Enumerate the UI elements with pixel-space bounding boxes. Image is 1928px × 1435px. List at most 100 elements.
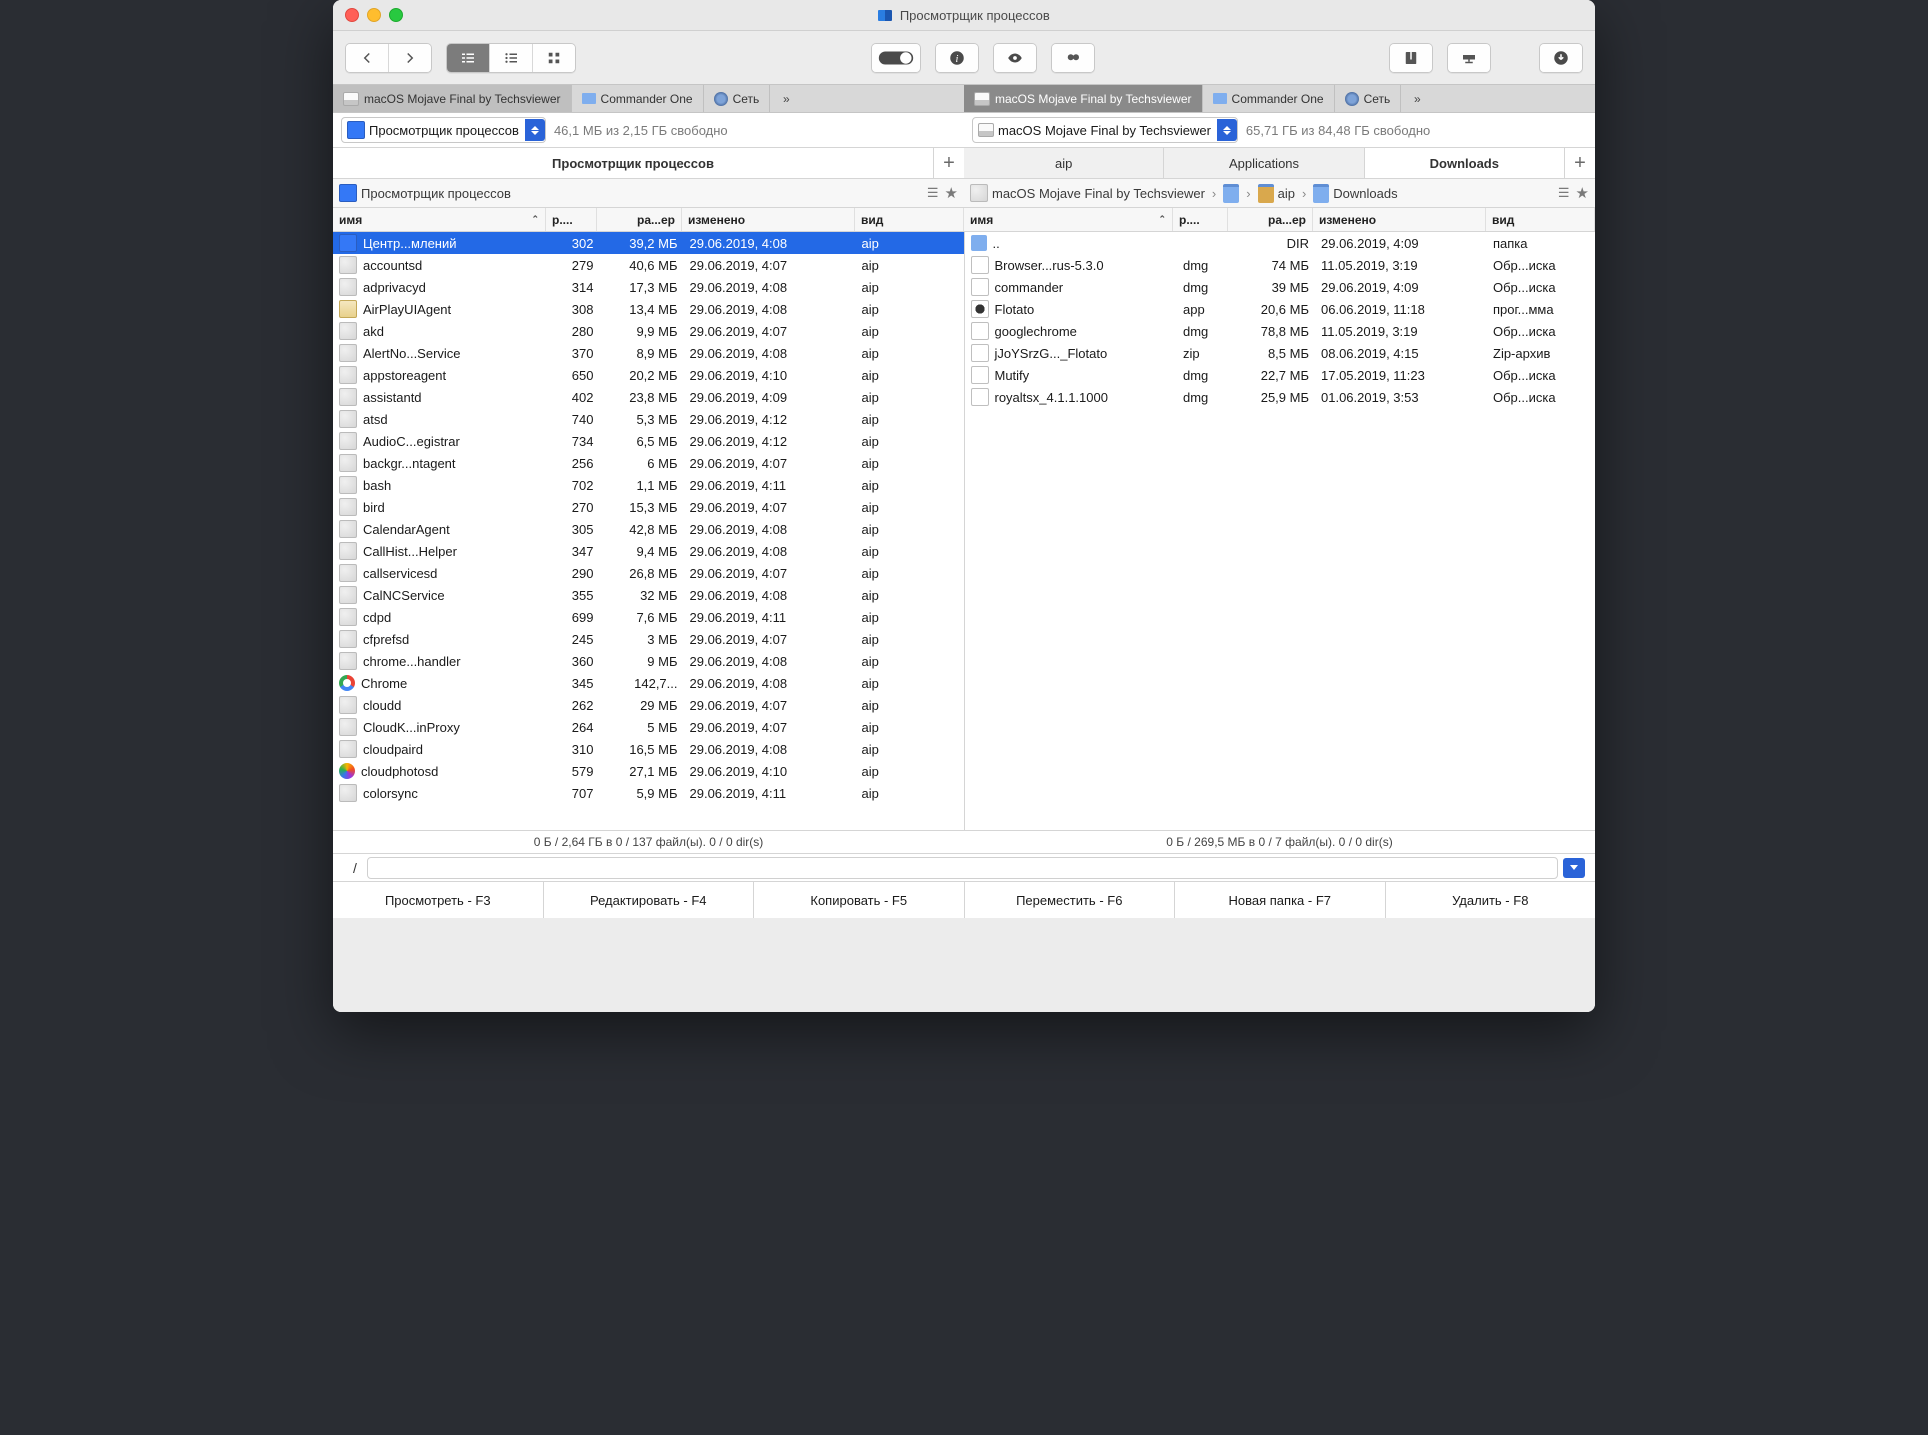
command-line-dropdown[interactable] bbox=[1563, 858, 1585, 878]
list-icon[interactable]: ☰ bbox=[927, 185, 939, 201]
fn-button[interactable]: Удалить - F8 bbox=[1386, 882, 1596, 918]
table-row[interactable]: AlertNo...Service3708,9 МБ29.06.2019, 4:… bbox=[333, 342, 964, 364]
table-row[interactable]: googlechromedmg78,8 МБ11.05.2019, 3:19Об… bbox=[965, 320, 1596, 342]
toggle-switch-button[interactable] bbox=[872, 44, 920, 72]
column-header-size[interactable]: ра...ер bbox=[1228, 208, 1313, 231]
list-headers: имя⌃р....ра...еризмененовид имя⌃р....ра.… bbox=[333, 208, 1595, 232]
table-row[interactable]: CallHist...Helper3479,4 МБ29.06.2019, 4:… bbox=[333, 540, 964, 562]
table-row[interactable]: ..DIR29.06.2019, 4:09папка bbox=[965, 232, 1596, 254]
left-location-combo[interactable]: Просмотрщик процессов bbox=[341, 117, 546, 143]
breadcrumb-item[interactable]: Downloads bbox=[1333, 186, 1397, 201]
connections-button[interactable] bbox=[1448, 44, 1490, 72]
table-row[interactable]: AirPlayUIAgent30813,4 МБ29.06.2019, 4:08… bbox=[333, 298, 964, 320]
table-row[interactable]: colorsync7075,9 МБ29.06.2019, 4:11aip bbox=[333, 782, 964, 804]
drive-icon bbox=[343, 92, 359, 106]
panel-tab[interactable]: Downloads bbox=[1365, 148, 1565, 178]
table-row[interactable]: appstoreagent65020,2 МБ29.06.2019, 4:10a… bbox=[333, 364, 964, 386]
location-tab[interactable]: Commander One bbox=[572, 85, 704, 112]
column-header-kind[interactable]: вид bbox=[1486, 208, 1595, 231]
view-list-button[interactable] bbox=[490, 44, 533, 72]
table-row[interactable]: Chrome345142,7...29.06.2019, 4:08aip bbox=[333, 672, 964, 694]
view-columns-button[interactable] bbox=[447, 44, 490, 72]
column-header-date[interactable]: изменено bbox=[682, 208, 855, 231]
table-row[interactable]: Центр...млений30239,2 МБ29.06.2019, 4:08… bbox=[333, 232, 964, 254]
table-row[interactable]: Flotatoapp20,6 МБ06.06.2019, 11:18прог..… bbox=[965, 298, 1596, 320]
panel-tab[interactable]: aip bbox=[964, 148, 1164, 178]
location-tab[interactable]: macOS Mojave Final by Techsviewer bbox=[333, 85, 572, 112]
command-line-input[interactable] bbox=[367, 857, 1558, 879]
table-row[interactable]: akd2809,9 МБ29.06.2019, 4:07aip bbox=[333, 320, 964, 342]
info-button[interactable]: i bbox=[936, 44, 978, 72]
search-button[interactable] bbox=[1052, 44, 1094, 72]
table-row[interactable]: accountsd27940,6 МБ29.06.2019, 4:07aip bbox=[333, 254, 964, 276]
right-pane[interactable]: ..DIR29.06.2019, 4:09папкаBrowser...rus-… bbox=[965, 232, 1596, 830]
left-pane[interactable]: Центр...млений30239,2 МБ29.06.2019, 4:08… bbox=[333, 232, 965, 830]
archive-button[interactable] bbox=[1390, 44, 1432, 72]
column-header-ext[interactable]: р.... bbox=[1173, 208, 1228, 231]
table-row[interactable]: atsd7405,3 МБ29.06.2019, 4:12aip bbox=[333, 408, 964, 430]
breadcrumb-item[interactable]: aip bbox=[1278, 186, 1295, 201]
cell-date: 29.06.2019, 4:09 bbox=[1315, 236, 1487, 251]
table-row[interactable]: CloudK...inProxy2645 МБ29.06.2019, 4:07a… bbox=[333, 716, 964, 738]
location-tab[interactable]: Сеть bbox=[704, 85, 771, 112]
view-grid-button[interactable] bbox=[533, 44, 575, 72]
list-icon[interactable]: ☰ bbox=[1558, 185, 1570, 201]
table-row[interactable]: assistantd40223,8 МБ29.06.2019, 4:09aip bbox=[333, 386, 964, 408]
column-header-name[interactable]: имя⌃ bbox=[964, 208, 1173, 231]
table-row[interactable]: Mutifydmg22,7 МБ17.05.2019, 11:23Обр...и… bbox=[965, 364, 1596, 386]
column-header-kind[interactable]: вид bbox=[855, 208, 964, 231]
table-row[interactable]: commanderdmg39 МБ29.06.2019, 4:09Обр...и… bbox=[965, 276, 1596, 298]
table-row[interactable]: cfprefsd2453 МБ29.06.2019, 4:07aip bbox=[333, 628, 964, 650]
table-row[interactable]: Browser...rus-5.3.0dmg74 МБ11.05.2019, 3… bbox=[965, 254, 1596, 276]
table-row[interactable]: chrome...handler3609 МБ29.06.2019, 4:08a… bbox=[333, 650, 964, 672]
fn-button[interactable]: Копировать - F5 bbox=[754, 882, 965, 918]
table-row[interactable]: jJoYSrzG..._Flotatozip8,5 МБ08.06.2019, … bbox=[965, 342, 1596, 364]
sort-caret-icon: ⌃ bbox=[531, 214, 539, 225]
fn-button[interactable]: Просмотреть - F3 bbox=[333, 882, 544, 918]
column-header-pid[interactable]: р.... bbox=[546, 208, 597, 231]
column-header-date[interactable]: изменено bbox=[1313, 208, 1486, 231]
table-row[interactable]: bird27015,3 МБ29.06.2019, 4:07aip bbox=[333, 496, 964, 518]
cell-size: 74 МБ bbox=[1231, 258, 1315, 273]
tabs-overflow-button[interactable]: » bbox=[770, 85, 802, 112]
preview-button[interactable] bbox=[994, 44, 1036, 72]
table-row[interactable]: cdpd6997,6 МБ29.06.2019, 4:11aip bbox=[333, 606, 964, 628]
add-tab-button[interactable]: + bbox=[1565, 148, 1595, 178]
right-location-combo[interactable]: macOS Mojave Final by Techsviewer bbox=[972, 117, 1238, 143]
table-row[interactable]: CalendarAgent30542,8 МБ29.06.2019, 4:08a… bbox=[333, 518, 964, 540]
breadcrumb-item[interactable]: macOS Mojave Final by Techsviewer bbox=[992, 186, 1205, 201]
fn-button[interactable]: Редактировать - F4 bbox=[544, 882, 755, 918]
star-icon[interactable]: ★ bbox=[1576, 184, 1589, 202]
table-row[interactable]: royaltsx_4.1.1.1000dmg25,9 МБ01.06.2019,… bbox=[965, 386, 1596, 408]
column-header-size[interactable]: ра...ер bbox=[597, 208, 682, 231]
location-tab[interactable]: macOS Mojave Final by Techsviewer bbox=[964, 85, 1203, 112]
cell-kind: aip bbox=[856, 236, 964, 251]
location-tab[interactable]: Commander One bbox=[1203, 85, 1335, 112]
column-header-name[interactable]: имя⌃ bbox=[333, 208, 546, 231]
file-name: CloudK...inProxy bbox=[363, 720, 460, 735]
table-row[interactable]: AudioC...egistrar7346,5 МБ29.06.2019, 4:… bbox=[333, 430, 964, 452]
fn-button[interactable]: Переместить - F6 bbox=[965, 882, 1176, 918]
panel-tab[interactable]: Applications bbox=[1164, 148, 1364, 178]
table-row[interactable]: callservicesd29026,8 МБ29.06.2019, 4:07a… bbox=[333, 562, 964, 584]
download-button[interactable] bbox=[1540, 44, 1582, 72]
table-row[interactable]: CalNCService35532 МБ29.06.2019, 4:08aip bbox=[333, 584, 964, 606]
table-row[interactable]: cloudphotosd57927,1 МБ29.06.2019, 4:10ai… bbox=[333, 760, 964, 782]
table-row[interactable]: cloudpaird31016,5 МБ29.06.2019, 4:08aip bbox=[333, 738, 964, 760]
table-row[interactable]: cloudd26229 МБ29.06.2019, 4:07aip bbox=[333, 694, 964, 716]
back-button[interactable] bbox=[346, 44, 389, 72]
file-name: cdpd bbox=[363, 610, 391, 625]
location-tab[interactable]: Сеть bbox=[1335, 85, 1402, 112]
fn-button[interactable]: Новая папка - F7 bbox=[1175, 882, 1386, 918]
add-tab-button[interactable]: + bbox=[934, 148, 964, 178]
tabs-overflow-button[interactable]: » bbox=[1401, 85, 1433, 112]
forward-button[interactable] bbox=[389, 44, 431, 72]
star-icon[interactable]: ★ bbox=[945, 184, 958, 202]
panel-tab[interactable]: Просмотрщик процессов bbox=[333, 148, 934, 178]
table-row[interactable]: bash7021,1 МБ29.06.2019, 4:11aip bbox=[333, 474, 964, 496]
table-row[interactable]: adprivacyd31417,3 МБ29.06.2019, 4:08aip bbox=[333, 276, 964, 298]
cell-ext: dmg bbox=[1177, 258, 1231, 273]
breadcrumb-item[interactable]: Просмотрщик процессов bbox=[361, 186, 511, 201]
table-row[interactable]: backgr...ntagent2566 МБ29.06.2019, 4:07a… bbox=[333, 452, 964, 474]
cell-size: 13,4 МБ bbox=[600, 302, 684, 317]
